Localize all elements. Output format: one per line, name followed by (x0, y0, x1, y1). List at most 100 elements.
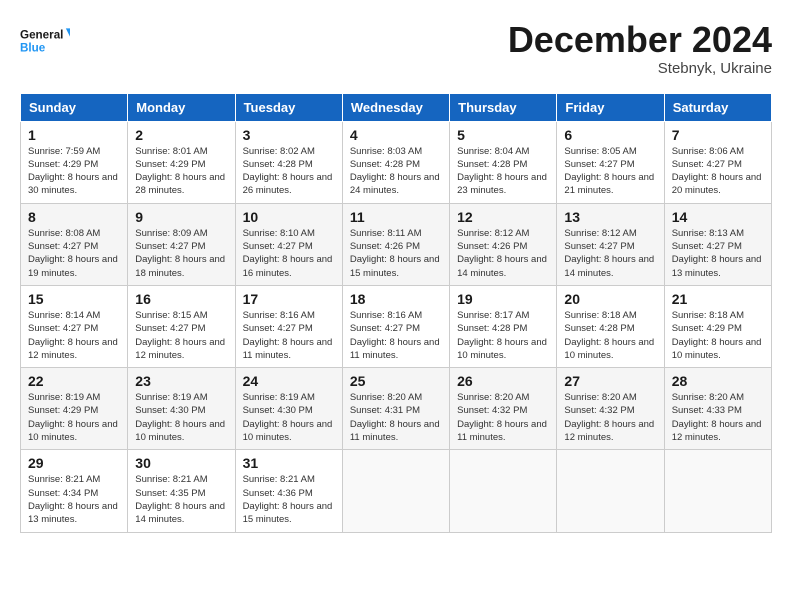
table-cell: 11 Sunrise: 8:11 AM Sunset: 4:26 PM Dayl… (342, 203, 449, 285)
day-number: 28 (672, 373, 764, 389)
location-subtitle: Stebnyk, Ukraine (508, 60, 772, 77)
calendar-body: 1 Sunrise: 7:59 AM Sunset: 4:29 PM Dayli… (21, 121, 772, 532)
day-number: 17 (243, 291, 335, 307)
table-cell: 20 Sunrise: 8:18 AM Sunset: 4:28 PM Dayl… (557, 285, 664, 367)
calendar-table: Sunday Monday Tuesday Wednesday Thursday… (20, 93, 772, 533)
day-number: 27 (564, 373, 656, 389)
col-sunday: Sunday (21, 93, 128, 121)
day-info: Sunrise: 8:02 AM Sunset: 4:28 PM Dayligh… (243, 145, 335, 198)
day-number: 20 (564, 291, 656, 307)
day-number: 15 (28, 291, 120, 307)
day-info: Sunrise: 8:01 AM Sunset: 4:29 PM Dayligh… (135, 145, 227, 198)
table-cell: 12 Sunrise: 8:12 AM Sunset: 4:26 PM Dayl… (450, 203, 557, 285)
day-number: 14 (672, 209, 764, 225)
week-row-4: 22 Sunrise: 8:19 AM Sunset: 4:29 PM Dayl… (21, 368, 772, 450)
col-friday: Friday (557, 93, 664, 121)
week-row-1: 1 Sunrise: 7:59 AM Sunset: 4:29 PM Dayli… (21, 121, 772, 203)
day-info: Sunrise: 8:16 AM Sunset: 4:27 PM Dayligh… (350, 309, 442, 362)
day-info: Sunrise: 7:59 AM Sunset: 4:29 PM Dayligh… (28, 145, 120, 198)
table-cell: 23 Sunrise: 8:19 AM Sunset: 4:30 PM Dayl… (128, 368, 235, 450)
day-number: 23 (135, 373, 227, 389)
day-number: 21 (672, 291, 764, 307)
week-row-3: 15 Sunrise: 8:14 AM Sunset: 4:27 PM Dayl… (21, 285, 772, 367)
logo: General Blue (20, 20, 70, 60)
day-info: Sunrise: 8:16 AM Sunset: 4:27 PM Dayligh… (243, 309, 335, 362)
table-cell: 1 Sunrise: 7:59 AM Sunset: 4:29 PM Dayli… (21, 121, 128, 203)
day-number: 24 (243, 373, 335, 389)
day-number: 3 (243, 127, 335, 143)
day-number: 29 (28, 455, 120, 471)
day-info: Sunrise: 8:20 AM Sunset: 4:32 PM Dayligh… (457, 391, 549, 444)
day-info: Sunrise: 8:17 AM Sunset: 4:28 PM Dayligh… (457, 309, 549, 362)
day-info: Sunrise: 8:19 AM Sunset: 4:29 PM Dayligh… (28, 391, 120, 444)
table-cell: 15 Sunrise: 8:14 AM Sunset: 4:27 PM Dayl… (21, 285, 128, 367)
table-cell (557, 450, 664, 532)
day-number: 6 (564, 127, 656, 143)
week-row-2: 8 Sunrise: 8:08 AM Sunset: 4:27 PM Dayli… (21, 203, 772, 285)
day-info: Sunrise: 8:10 AM Sunset: 4:27 PM Dayligh… (243, 227, 335, 280)
table-cell: 26 Sunrise: 8:20 AM Sunset: 4:32 PM Dayl… (450, 368, 557, 450)
day-number: 25 (350, 373, 442, 389)
table-cell: 4 Sunrise: 8:03 AM Sunset: 4:28 PM Dayli… (342, 121, 449, 203)
table-cell (664, 450, 771, 532)
table-cell: 5 Sunrise: 8:04 AM Sunset: 4:28 PM Dayli… (450, 121, 557, 203)
day-info: Sunrise: 8:15 AM Sunset: 4:27 PM Dayligh… (135, 309, 227, 362)
day-number: 16 (135, 291, 227, 307)
day-info: Sunrise: 8:03 AM Sunset: 4:28 PM Dayligh… (350, 145, 442, 198)
day-info: Sunrise: 8:21 AM Sunset: 4:34 PM Dayligh… (28, 473, 120, 526)
table-cell: 30 Sunrise: 8:21 AM Sunset: 4:35 PM Dayl… (128, 450, 235, 532)
table-cell: 2 Sunrise: 8:01 AM Sunset: 4:29 PM Dayli… (128, 121, 235, 203)
day-info: Sunrise: 8:21 AM Sunset: 4:35 PM Dayligh… (135, 473, 227, 526)
day-number: 7 (672, 127, 764, 143)
day-number: 1 (28, 127, 120, 143)
day-info: Sunrise: 8:05 AM Sunset: 4:27 PM Dayligh… (564, 145, 656, 198)
table-cell: 17 Sunrise: 8:16 AM Sunset: 4:27 PM Dayl… (235, 285, 342, 367)
day-number: 11 (350, 209, 442, 225)
day-info: Sunrise: 8:13 AM Sunset: 4:27 PM Dayligh… (672, 227, 764, 280)
table-cell (450, 450, 557, 532)
day-number: 26 (457, 373, 549, 389)
table-cell: 19 Sunrise: 8:17 AM Sunset: 4:28 PM Dayl… (450, 285, 557, 367)
day-info: Sunrise: 8:19 AM Sunset: 4:30 PM Dayligh… (243, 391, 335, 444)
day-info: Sunrise: 8:08 AM Sunset: 4:27 PM Dayligh… (28, 227, 120, 280)
day-number: 8 (28, 209, 120, 225)
day-number: 9 (135, 209, 227, 225)
col-tuesday: Tuesday (235, 93, 342, 121)
table-cell: 31 Sunrise: 8:21 AM Sunset: 4:36 PM Dayl… (235, 450, 342, 532)
day-info: Sunrise: 8:19 AM Sunset: 4:30 PM Dayligh… (135, 391, 227, 444)
day-info: Sunrise: 8:12 AM Sunset: 4:26 PM Dayligh… (457, 227, 549, 280)
table-cell: 3 Sunrise: 8:02 AM Sunset: 4:28 PM Dayli… (235, 121, 342, 203)
day-info: Sunrise: 8:20 AM Sunset: 4:33 PM Dayligh… (672, 391, 764, 444)
table-cell: 9 Sunrise: 8:09 AM Sunset: 4:27 PM Dayli… (128, 203, 235, 285)
day-number: 4 (350, 127, 442, 143)
table-cell: 21 Sunrise: 8:18 AM Sunset: 4:29 PM Dayl… (664, 285, 771, 367)
day-info: Sunrise: 8:18 AM Sunset: 4:28 PM Dayligh… (564, 309, 656, 362)
day-info: Sunrise: 8:20 AM Sunset: 4:32 PM Dayligh… (564, 391, 656, 444)
table-cell: 22 Sunrise: 8:19 AM Sunset: 4:29 PM Dayl… (21, 368, 128, 450)
day-number: 10 (243, 209, 335, 225)
col-monday: Monday (128, 93, 235, 121)
table-cell: 18 Sunrise: 8:16 AM Sunset: 4:27 PM Dayl… (342, 285, 449, 367)
day-info: Sunrise: 8:21 AM Sunset: 4:36 PM Dayligh… (243, 473, 335, 526)
col-saturday: Saturday (664, 93, 771, 121)
svg-text:General: General (20, 28, 63, 41)
day-number: 2 (135, 127, 227, 143)
day-number: 12 (457, 209, 549, 225)
day-number: 19 (457, 291, 549, 307)
day-info: Sunrise: 8:18 AM Sunset: 4:29 PM Dayligh… (672, 309, 764, 362)
day-number: 18 (350, 291, 442, 307)
day-number: 5 (457, 127, 549, 143)
day-info: Sunrise: 8:14 AM Sunset: 4:27 PM Dayligh… (28, 309, 120, 362)
logo-svg: General Blue (20, 20, 70, 60)
day-number: 31 (243, 455, 335, 471)
day-info: Sunrise: 8:06 AM Sunset: 4:27 PM Dayligh… (672, 145, 764, 198)
header-row: Sunday Monday Tuesday Wednesday Thursday… (21, 93, 772, 121)
day-number: 30 (135, 455, 227, 471)
col-thursday: Thursday (450, 93, 557, 121)
table-cell (342, 450, 449, 532)
table-cell: 29 Sunrise: 8:21 AM Sunset: 4:34 PM Dayl… (21, 450, 128, 532)
col-wednesday: Wednesday (342, 93, 449, 121)
month-title: December 2024 (508, 20, 772, 60)
day-number: 22 (28, 373, 120, 389)
table-cell: 10 Sunrise: 8:10 AM Sunset: 4:27 PM Dayl… (235, 203, 342, 285)
